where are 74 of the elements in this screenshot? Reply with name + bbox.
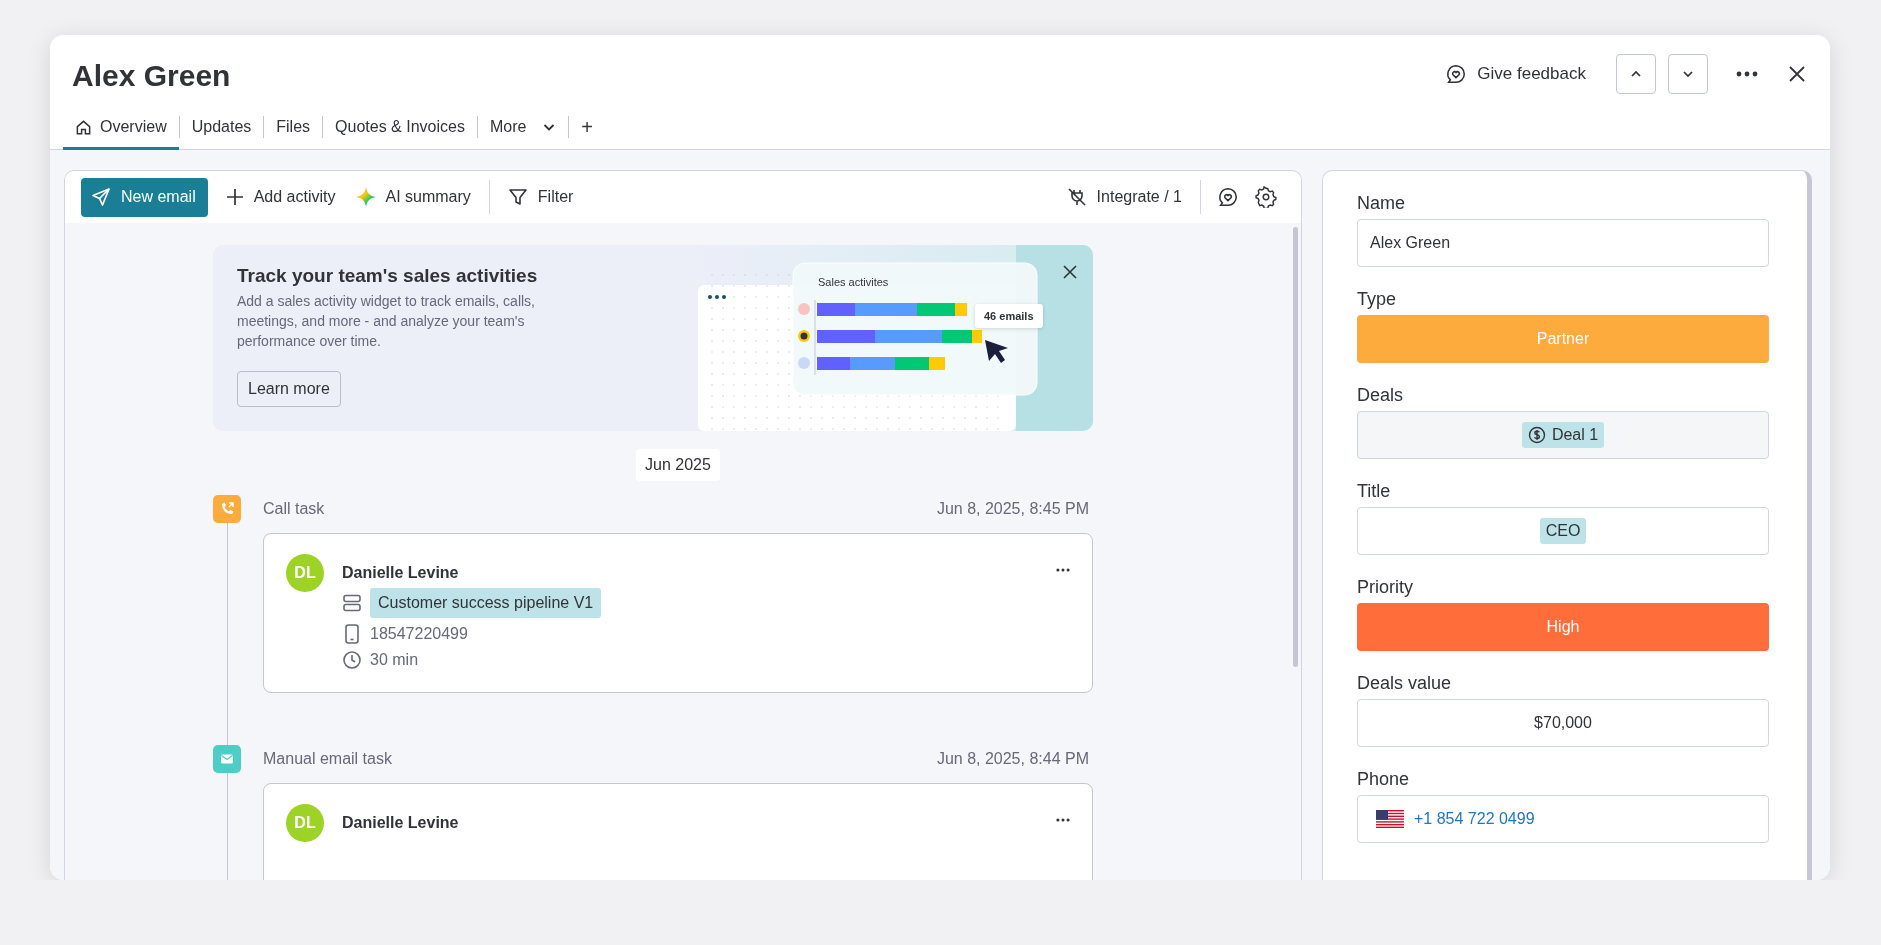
field-label: Deals value [1357, 672, 1453, 694]
paper-plane-icon [91, 187, 111, 207]
phone-field[interactable]: +1 854 722 0499 [1357, 795, 1769, 843]
dollar-icon [1527, 426, 1546, 444]
phone-link[interactable]: +1 854 722 0499 [1414, 810, 1535, 828]
avatar-icon [798, 357, 810, 369]
ai-summary-button[interactable]: AI summary [345, 179, 481, 215]
envelope-icon [213, 745, 241, 773]
field-label: Type [1357, 288, 1398, 310]
feedback-icon [1445, 63, 1468, 85]
mobile-phone-icon [344, 624, 360, 644]
flag-icon [1376, 810, 1404, 828]
chat-heart-icon[interactable] [1217, 186, 1239, 208]
chart-bar [817, 357, 850, 370]
avatar-icon [798, 303, 810, 315]
field-label: Phone [1357, 768, 1411, 790]
learn-more-button[interactable]: Learn more [237, 371, 341, 407]
timestamp: Jun 8, 2025, 8:45 PM [936, 500, 1089, 518]
number-field[interactable]: $70,000 [1357, 699, 1769, 747]
filter-button[interactable]: Filter [497, 179, 584, 215]
date-label: Jun 2025 [636, 449, 720, 481]
name-field[interactable]: Alex Green [1357, 219, 1769, 267]
filter-icon [507, 187, 528, 207]
avatar: DL [286, 804, 324, 842]
timestamp: Jun 8, 2025, 8:44 PM [936, 750, 1089, 768]
tab[interactable]: Quotes & Invoices [323, 107, 477, 150]
window-title: Alex Green [72, 58, 232, 93]
close-icon[interactable] [1788, 65, 1806, 83]
phone-icon [213, 495, 241, 523]
activity-type: Call task [263, 500, 326, 518]
phone-number: 18547220499 [370, 625, 468, 643]
tab[interactable]: Updates [179, 107, 264, 150]
chart-bar [817, 330, 875, 343]
banner-title: Track your team's sales activities [237, 265, 539, 287]
title-field[interactable]: CEO [1357, 507, 1769, 555]
banner-text: Add a sales activity widget to track emails, calls, meetings, and more - and analyze your team's performance over time. [237, 292, 536, 351]
cursor-icon [985, 340, 1008, 363]
more-icon[interactable] [1056, 568, 1070, 572]
tab[interactable]: Files [264, 107, 323, 150]
chart-bar [850, 357, 895, 370]
add-tab-button[interactable]: + [569, 107, 606, 150]
unplugged-icon [1066, 187, 1087, 207]
feedback-button[interactable]: Give feedback [1437, 57, 1594, 91]
tooltip: 46 emails [975, 304, 1043, 328]
deals-field[interactable]: Deal 1 [1357, 411, 1769, 459]
field-label: Name [1357, 192, 1406, 214]
activity-type: Manual email task [263, 750, 393, 768]
avatar-icon [798, 330, 810, 342]
clock-icon [342, 650, 362, 670]
more-icon[interactable] [1736, 71, 1758, 77]
plus-icon [225, 188, 244, 206]
tab[interactable]: More [477, 107, 569, 150]
contact-name: Danielle Levine [342, 814, 460, 832]
field-label: Title [1357, 480, 1392, 502]
avatar: DL [286, 554, 324, 592]
more-icon[interactable] [1056, 818, 1070, 822]
duration: 30 min [370, 651, 419, 669]
deal-chip[interactable]: Deal 1 [1521, 422, 1605, 448]
field-label: Deals [1357, 384, 1405, 406]
scrollbar[interactable] [1293, 227, 1298, 667]
window-dots-icon [708, 295, 726, 299]
contact-name: Danielle Levine [342, 564, 460, 582]
sparkle-icon [355, 187, 376, 207]
widget-title: Sales activites [818, 276, 889, 288]
close-icon[interactable] [1063, 265, 1077, 279]
settings-icon[interactable] [1255, 186, 1277, 208]
add-activity-button[interactable]: Add activity [215, 180, 346, 214]
pipeline-tag: Customer success pipeline V1 [370, 588, 602, 618]
home-icon [75, 118, 92, 136]
integrate-button[interactable]: Integrate / 1 [1056, 179, 1192, 215]
field-label: Priority [1357, 576, 1414, 598]
title-tag: CEO [1539, 518, 1587, 544]
new-email-button[interactable]: New email [81, 177, 208, 217]
stack-icon [342, 593, 362, 613]
